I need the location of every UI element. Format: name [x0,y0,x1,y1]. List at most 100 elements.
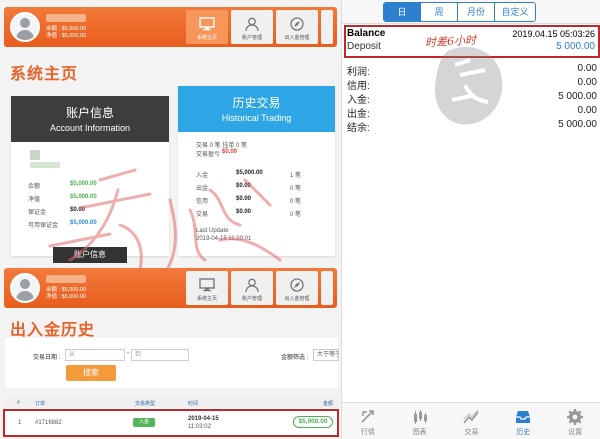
header-equity: 净值 : $5,000.00 [46,33,87,39]
segment-custom[interactable]: 自定义 [495,3,535,21]
hist-label-trade: 交易 [196,212,209,218]
stat-value: 0.00 [577,63,597,74]
history-pl-value: $0.00 [222,149,238,155]
acct-value-margin: $0.00 [70,207,86,213]
blurred-text [30,162,60,168]
stat-balance: 结余: 5 000.00 [347,119,597,134]
col-index: # [17,400,20,406]
account-header-bottom: 余额 : $5,000.00 净值 : $5,000.00 系统主页 账户管理 … [4,268,337,308]
highlight-frame-right [344,25,600,58]
last-update-label: Last Update [196,228,229,234]
nav-account-button[interactable]: 账户管理 [231,10,273,44]
last-update-value: 2019-04-15 11:20:01 [196,236,252,242]
tab-trade[interactable]: 交易 [446,403,498,439]
col-order: 订单 [35,401,46,407]
filter-panel [5,338,338,388]
bottom-tab-bar: 行情 图表 交易 历史 设置 [342,402,600,439]
stat-label: 结余: [347,123,370,134]
acct-label-equity: 净值 [28,197,41,203]
stat-value: 5 000.00 [558,119,597,130]
history-pl-label: 交易盈亏 [196,152,221,158]
date-filter-label: 交易日期 : [33,355,61,361]
segment-week[interactable]: 周 [421,3,458,21]
date-from-input[interactable]: 从 [65,349,125,361]
nav-funds-button-bottom[interactable]: 出入金管理 [276,271,318,305]
nav-home-button[interactable]: 系统主页 [186,10,228,44]
hist-value-deposit: $5,000.00 [236,170,263,176]
right-panel: 日 周 月份 自定义 Balance 2019.04.15 05:03:26 D… [341,0,600,439]
col-amount: 金额 [323,401,334,407]
amount-filter-select[interactable]: 大于等于 [313,349,339,361]
stat-withdrawal: 出金: 0.00 [347,105,597,120]
account-info-card: 账户信息 Account Information [11,96,169,256]
user-name-blurred [46,14,86,22]
nav-more-button-bottom[interactable] [321,271,333,305]
acct-label-free-margin: 可用保证金 [28,223,59,229]
account-header-top: 余额 : $5,000.00 净值 : $5,000.00 系统主页 账户管理 … [4,7,337,47]
account-card-title: 账户信息 [65,106,114,120]
hist-count-trade: 0 笔 [290,212,302,218]
highlight-frame-left [3,409,339,437]
period-bar: 日 周 月份 自定义 [342,0,600,24]
user-icon [245,17,259,31]
acct-label-balance: 余额 [28,184,41,190]
tab-history[interactable]: 历史 [497,403,549,439]
hist-count-withdraw: 0 笔 [290,186,302,192]
hist-label-deposit: 入金 [196,173,209,179]
account-card-subtitle: Account Information [49,123,131,133]
nav-account-button-bottom[interactable]: 账户管理 [231,271,273,305]
acct-label-margin: 保证金 [28,210,47,216]
hist-label-credit: 信用 [196,199,209,205]
monitor-icon [199,278,215,292]
hist-value-credit: $0.00 [236,196,252,202]
date-range-dash: - [127,350,129,356]
history-icon [516,411,531,423]
stat-credit: 信用: 0.00 [347,77,597,92]
chart-icon [413,410,427,424]
page-title-funds-history: 出入金历史 [10,322,96,339]
tab-settings[interactable]: 设置 [549,403,600,439]
left-panel: 余额 : $5,000.00 净值 : $5,000.00 系统主页 账户管理 … [0,0,341,439]
hist-count-credit: 0 笔 [290,199,302,205]
acct-value-equity: $5,000.00 [70,194,97,200]
header-equity-bottom: 净值 : $5,000.00 [46,294,87,300]
hist-value-trade: $0.00 [236,209,252,215]
amount-filter-label: 金额筛选 : [281,355,309,361]
page-title-home: 系统主页 [10,66,79,83]
acct-value-balance: $5,000.00 [70,181,97,187]
hist-label-withdraw: 出金 [196,186,209,192]
period-segmented-control: 日 周 月份 自定义 [383,2,536,22]
tab-chart[interactable]: 图表 [394,403,446,439]
avatar [10,12,40,42]
tab-quotes[interactable]: 行情 [342,403,394,439]
hist-value-withdraw: $0.00 [236,183,252,189]
stat-deposit: 入金: 5 000.00 [347,91,597,106]
user-name-blurred-bottom [46,275,86,283]
monitor-icon [199,17,215,31]
account-info-button[interactable]: 账户信息 [53,247,127,263]
segment-day[interactable]: 日 [384,3,421,21]
quotes-icon [361,410,374,423]
avatar-bottom [10,273,40,303]
history-card-subtitle: Historical Trading [221,113,292,123]
compass-icon [290,278,304,292]
hist-count-deposit: 1 笔 [290,173,302,179]
nav-more-button[interactable] [321,10,333,44]
trade-icon [463,409,480,424]
history-card-title: 历史交易 [232,96,281,110]
date-to-input[interactable]: 到 [131,349,189,361]
blurred-avatar [30,150,40,160]
table-header: # 订单 交易类型 时间 金额 [5,398,338,408]
header-balance: 余额 : $5,000.00 [46,26,87,32]
col-time: 时间 [188,401,199,407]
search-button[interactable]: 搜索 [66,365,116,381]
history-counts: 交易 0 笔 挂单 0 笔 [196,143,248,149]
header-balance-bottom: 余额 : $5,000.00 [46,287,87,293]
acct-value-free-margin: $5,000.00 [70,220,97,226]
segment-month[interactable]: 月份 [458,3,495,21]
user-icon [245,278,259,292]
stat-value: 5 000.00 [558,91,597,102]
nav-home-button-bottom[interactable]: 系统主页 [186,271,228,305]
settings-icon [567,409,584,425]
nav-funds-button[interactable]: 出入金管理 [276,10,318,44]
